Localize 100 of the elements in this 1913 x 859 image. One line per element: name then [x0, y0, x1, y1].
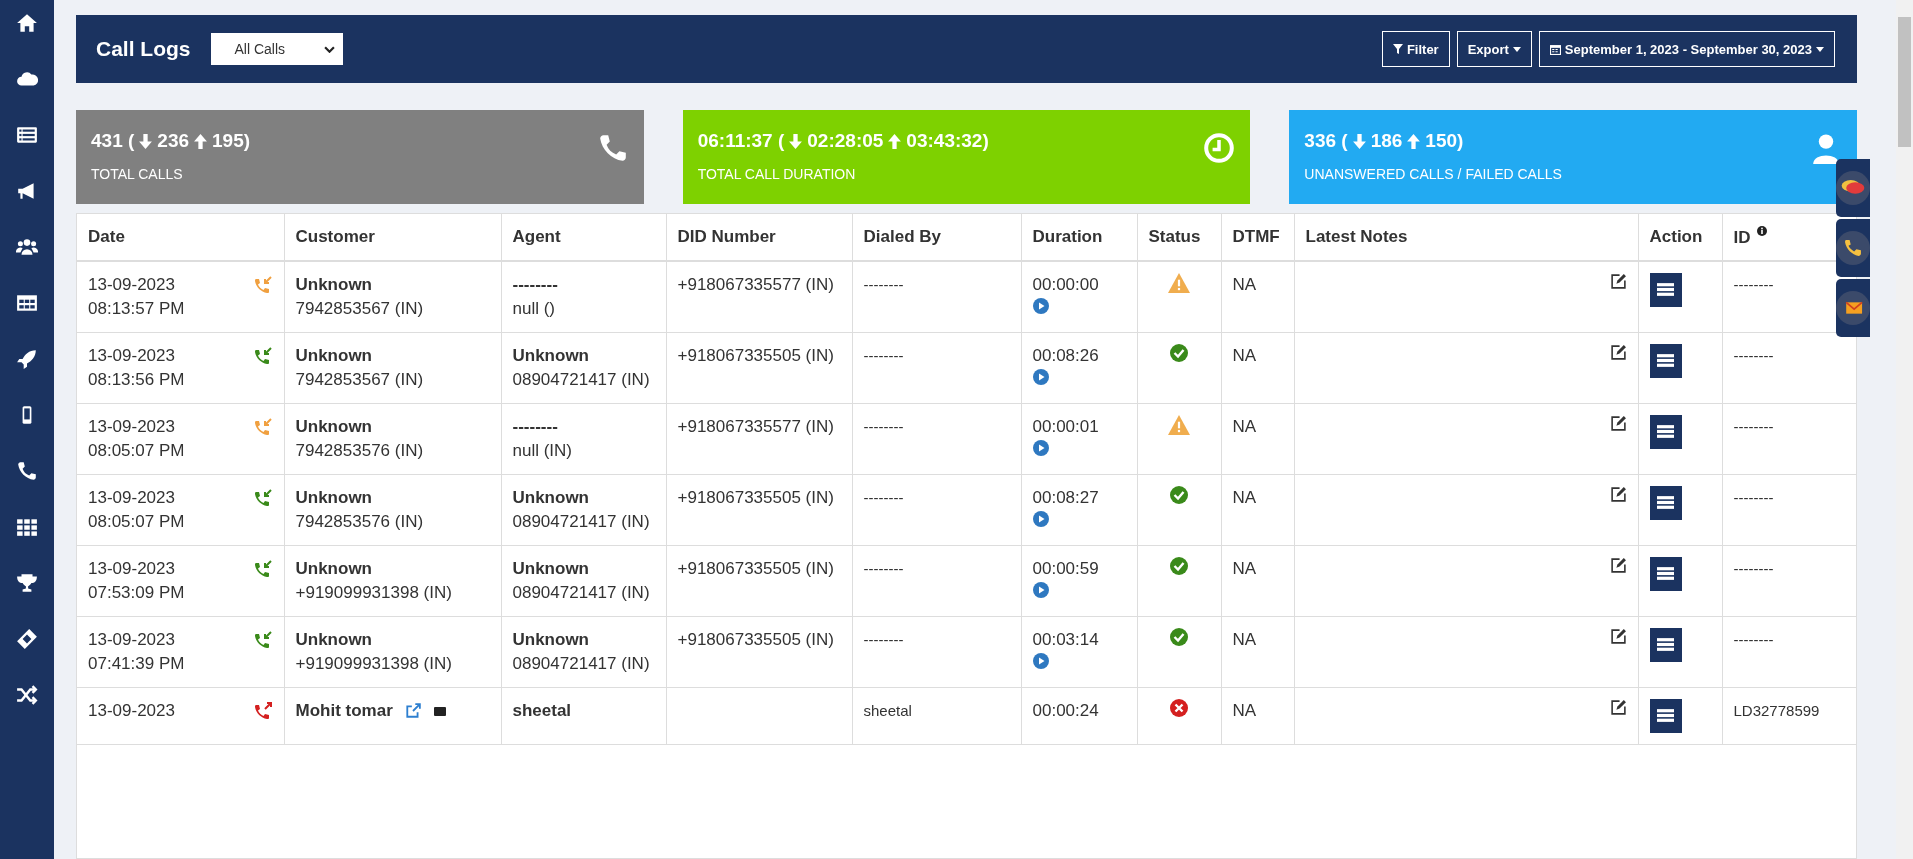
dialed-by: sheetal: [863, 700, 913, 721]
edit-icon[interactable]: [1609, 485, 1627, 503]
customer-name: Unknown: [295, 628, 372, 651]
export-button[interactable]: Export: [1456, 31, 1532, 67]
did-number: +918067335505 (IN): [677, 344, 835, 367]
did-number: +918067335577 (IN): [677, 273, 835, 296]
play-icon[interactable]: [1032, 368, 1049, 385]
details-button[interactable]: [1649, 556, 1682, 591]
call-widget-button[interactable]: [1836, 219, 1870, 277]
stat-label: TOTAL CALLS: [91, 166, 184, 182]
edit-icon[interactable]: [1609, 272, 1627, 290]
filter-button[interactable]: Filter: [1381, 31, 1450, 67]
grid-icon[interactable]: [16, 516, 38, 538]
call-id: --------: [1733, 629, 1775, 650]
call-duration: 00:08:26: [1032, 344, 1100, 367]
list-icon: [1657, 638, 1674, 652]
details-button[interactable]: [1649, 485, 1682, 520]
customer-name: Unknown: [295, 415, 372, 438]
shuffle-icon[interactable]: [16, 684, 38, 706]
stat-down: 02:28:05: [807, 130, 884, 152]
customer-name: Unknown: [295, 557, 372, 580]
call-duration: 00:00:59: [1032, 557, 1100, 580]
stat-down: 236: [157, 130, 189, 152]
info-icon: [1756, 226, 1767, 236]
edit-icon[interactable]: [1609, 627, 1627, 645]
call-date: 13-09-2023: [88, 486, 176, 509]
agent-number: 08904721417 (IN): [512, 510, 651, 533]
dialed-by: --------: [863, 558, 905, 579]
users-icon[interactable]: [16, 236, 38, 258]
page-title: Call Logs: [96, 37, 191, 61]
agent-name: Unknown: [512, 557, 590, 580]
list-icon: [1657, 354, 1674, 368]
home-icon[interactable]: [16, 12, 38, 34]
agent-name: --------: [512, 415, 559, 438]
agent-number: 08904721417 (IN): [512, 368, 651, 391]
daterange-button[interactable]: September 1, 2023 - September 30, 2023: [1538, 31, 1835, 67]
customer-number: +919099931398 (IN): [295, 581, 453, 604]
play-icon[interactable]: [1032, 581, 1049, 598]
edit-icon[interactable]: [1609, 556, 1627, 574]
caret-icon: [1512, 46, 1521, 52]
did-number: +918067335505 (IN): [677, 486, 835, 509]
phone-icon[interactable]: [16, 460, 38, 482]
column-header: Latest Notes: [1294, 214, 1638, 261]
customer-number: 7942853576 (IN): [295, 439, 425, 462]
list-icon[interactable]: [16, 124, 38, 146]
arrow-up-icon: [194, 133, 207, 149]
call-date: 13-09-2023: [88, 415, 176, 438]
play-icon[interactable]: [1032, 297, 1049, 314]
details-button[interactable]: [1649, 272, 1682, 307]
call-time: 07:41:39 PM: [88, 652, 185, 675]
call-time: 08:05:07 PM: [88, 510, 185, 533]
details-button[interactable]: [1649, 343, 1682, 378]
ticket-icon[interactable]: [16, 628, 38, 650]
play-icon[interactable]: [1032, 652, 1049, 669]
agent-name: --------: [512, 273, 559, 296]
list-icon: [1657, 709, 1674, 723]
dtmf-value: NA: [1232, 344, 1258, 367]
details-button[interactable]: [1649, 627, 1682, 662]
call-date: 13-09-2023: [88, 628, 176, 651]
external-link-icon[interactable]: [404, 702, 421, 719]
call-type-dropdown[interactable]: All Calls: [210, 33, 343, 65]
call-date: 13-09-2023: [88, 344, 176, 367]
agent-name: Unknown: [512, 486, 590, 509]
chat-widget-button[interactable]: [1836, 159, 1870, 217]
stat-total: 336 (: [1304, 130, 1348, 152]
column-header: Date: [77, 214, 284, 261]
call-duration: 00:08:27: [1032, 486, 1100, 509]
details-button[interactable]: [1649, 414, 1682, 449]
call-id: --------: [1733, 416, 1775, 437]
customer-number: +919099931398 (IN): [295, 652, 453, 675]
play-icon[interactable]: [1032, 510, 1049, 527]
email-widget-button[interactable]: [1836, 279, 1870, 337]
edit-icon[interactable]: [1609, 414, 1627, 432]
edit-icon[interactable]: [1609, 698, 1627, 716]
clock-icon: [1203, 132, 1236, 164]
caret-icon: [1816, 46, 1824, 52]
trophy-icon[interactable]: [16, 572, 38, 594]
dialed-by: --------: [863, 487, 905, 508]
edit-icon[interactable]: [1609, 343, 1627, 361]
call-date: 13-09-2023: [88, 557, 176, 580]
scrollbar[interactable]: [1896, 0, 1913, 859]
column-header: DTMF: [1221, 214, 1294, 261]
call-duration: 00:03:14: [1032, 628, 1100, 651]
stat-up: 03:43:32): [906, 130, 989, 152]
customer-number: 7942853576 (IN): [295, 510, 425, 533]
arrow-up-icon: [1407, 133, 1421, 149]
rocket-icon[interactable]: [16, 348, 38, 370]
play-icon[interactable]: [1032, 439, 1049, 456]
table-icon[interactable]: [16, 292, 38, 314]
dtmf-value: NA: [1232, 415, 1258, 438]
did-number: +918067335505 (IN): [677, 628, 835, 651]
did-number: +918067335577 (IN): [677, 415, 835, 438]
dtmf-value: NA: [1232, 486, 1258, 509]
call-id: --------: [1733, 274, 1775, 295]
call-time: 08:13:56 PM: [88, 368, 185, 391]
stat-label: UNANSWERED CALLS / FAILED CALLS: [1304, 166, 1562, 182]
call-time: 08:13:57 PM: [88, 297, 185, 320]
agent-name: Unknown: [512, 628, 590, 651]
details-button[interactable]: [1649, 698, 1682, 733]
list-icon: [1657, 496, 1674, 510]
